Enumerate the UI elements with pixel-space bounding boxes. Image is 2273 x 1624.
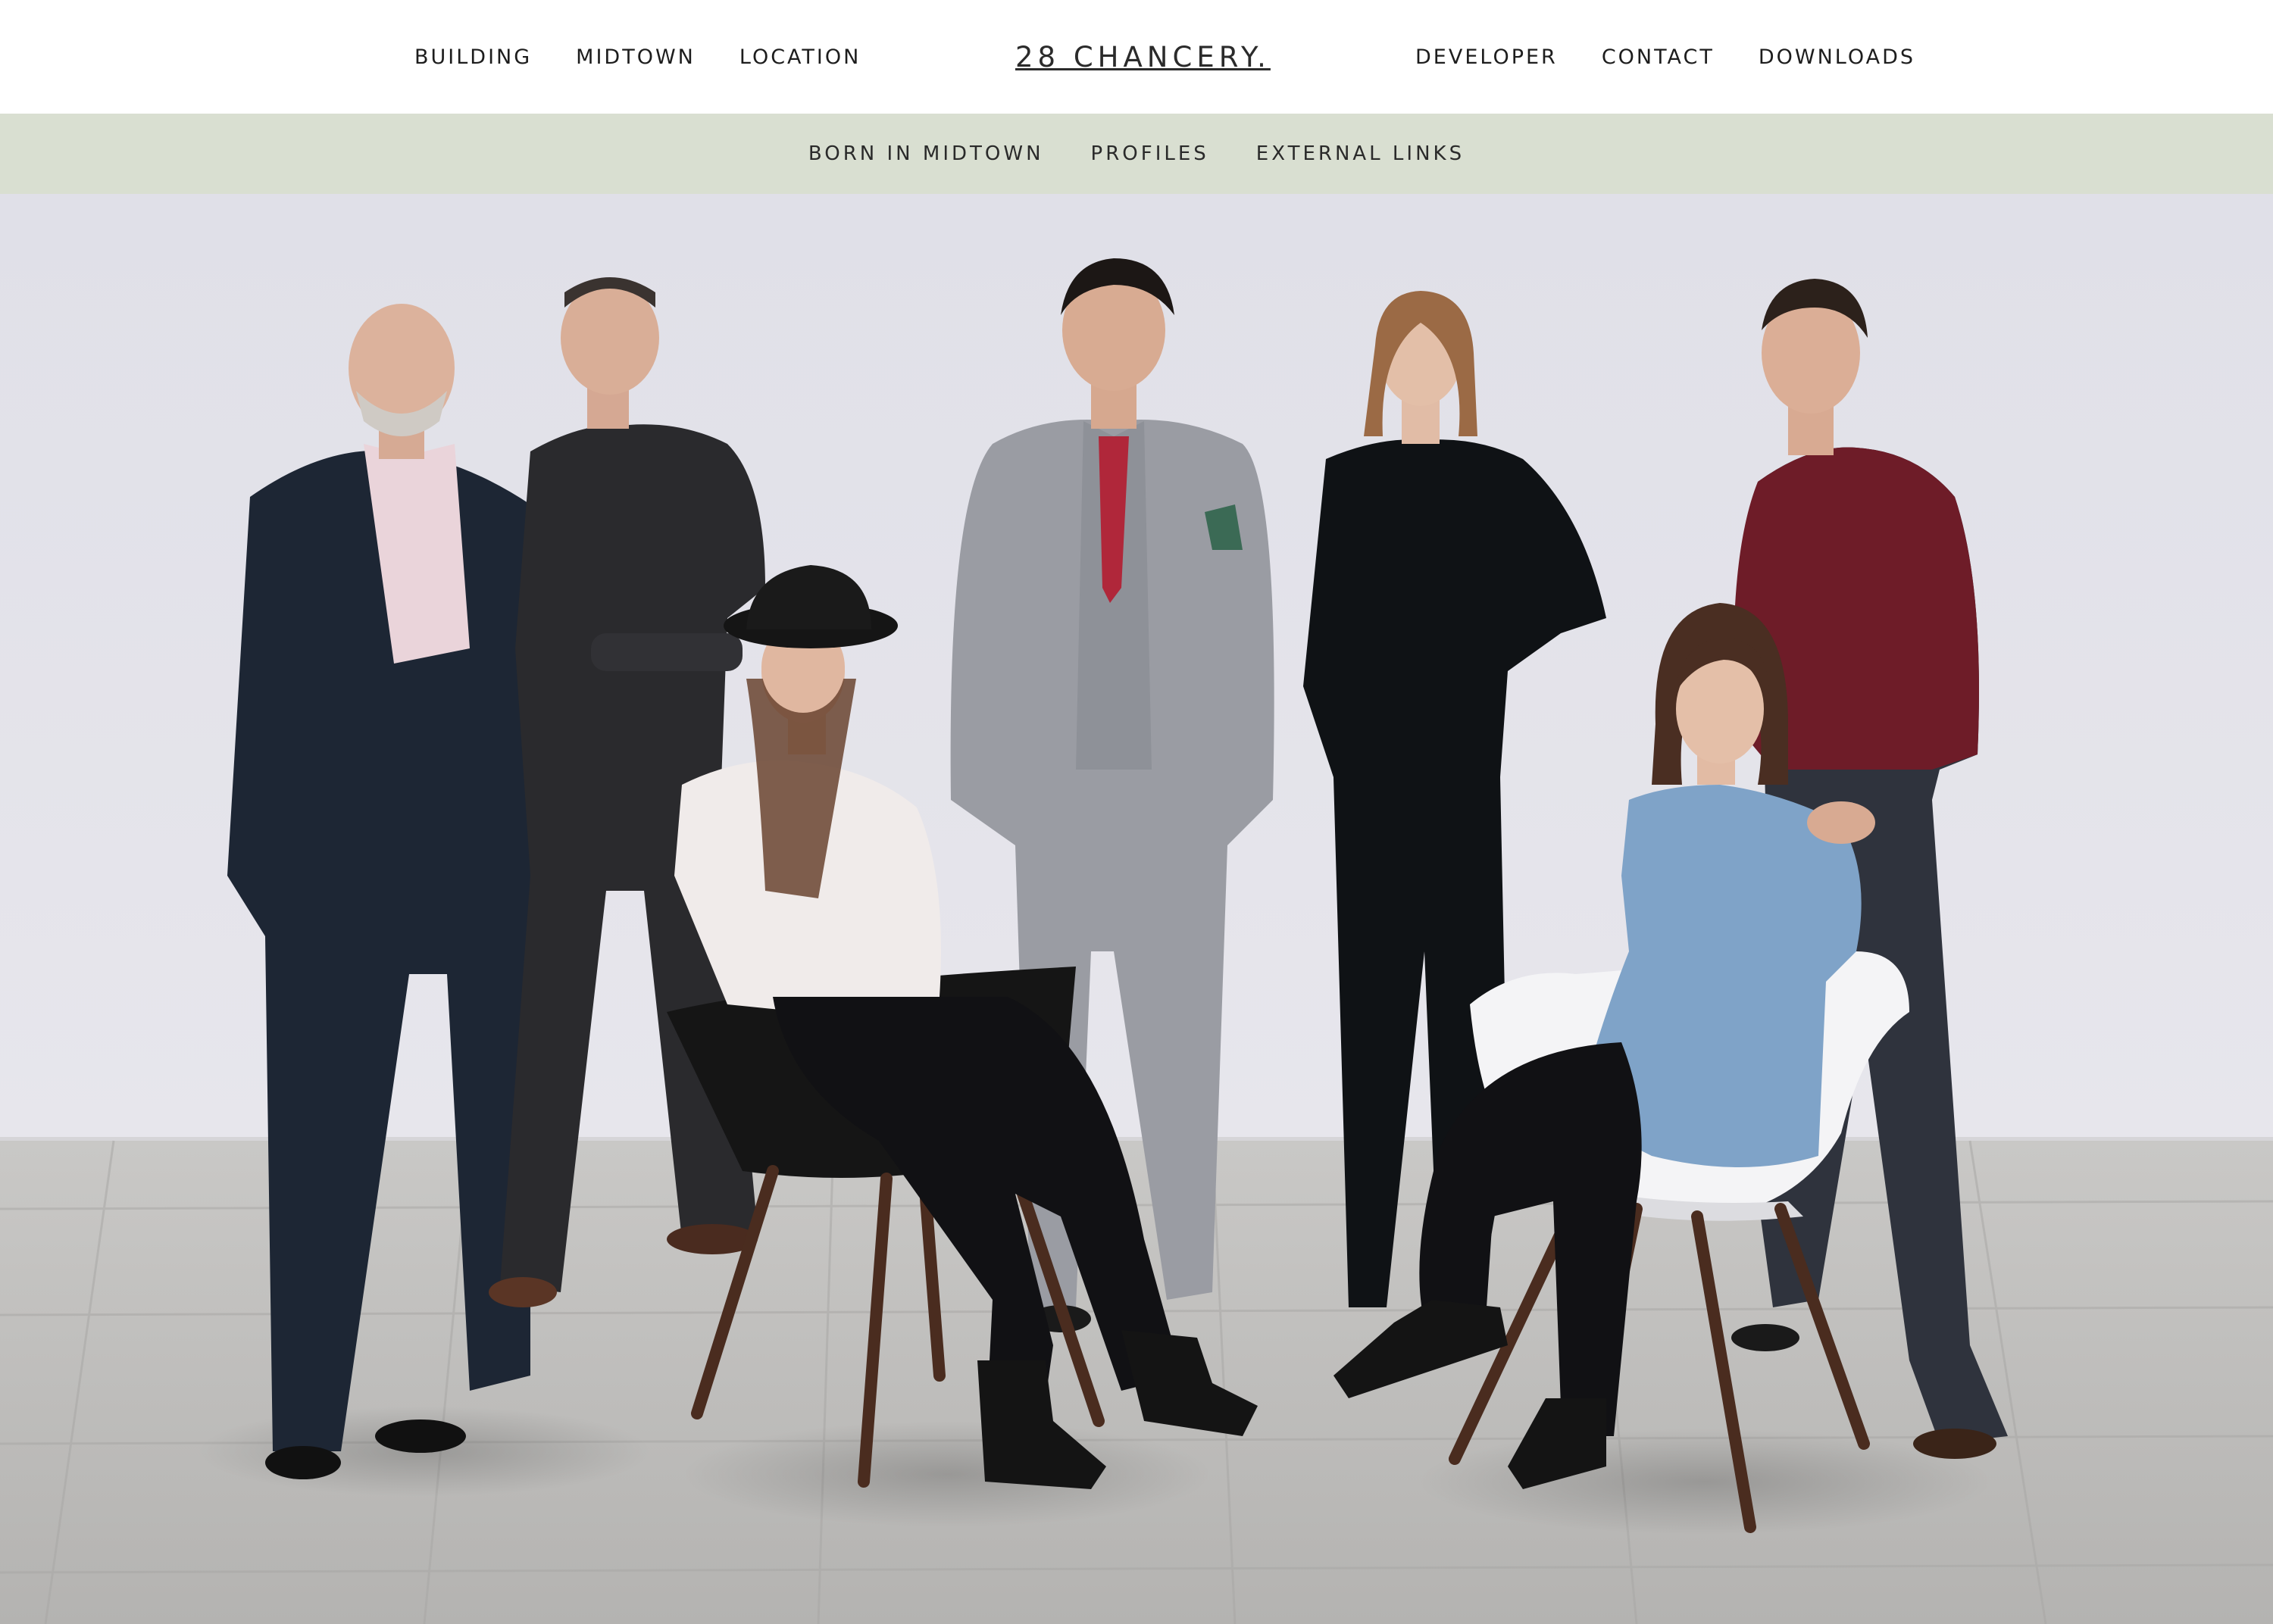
nav-building[interactable]: BUILDING bbox=[414, 45, 532, 69]
group-portrait-photo bbox=[0, 194, 2273, 1624]
nav-location[interactable]: LOCATION bbox=[739, 45, 861, 69]
hand-on-shoulder bbox=[1807, 801, 1875, 844]
primary-nav-right: DEVELOPER CONTACT DOWNLOADS bbox=[1415, 0, 1915, 114]
secondary-navigation: BORN IN MIDTOWN PROFILES EXTERNAL LINKS bbox=[0, 114, 2273, 194]
site-logo[interactable]: 28 CHANCERY. bbox=[1015, 0, 1271, 114]
hero-image bbox=[0, 194, 2273, 1624]
page: BUILDING MIDTOWN LOCATION 28 CHANCERY. D… bbox=[0, 0, 2273, 1624]
subnav-profiles[interactable]: PROFILES bbox=[1091, 142, 1209, 165]
subnav-born-in-midtown[interactable]: BORN IN MIDTOWN bbox=[808, 142, 1044, 165]
nav-contact[interactable]: CONTACT bbox=[1602, 45, 1715, 69]
primary-nav-left: BUILDING MIDTOWN LOCATION bbox=[414, 0, 861, 114]
nav-developer[interactable]: DEVELOPER bbox=[1415, 45, 1558, 69]
nav-downloads[interactable]: DOWNLOADS bbox=[1759, 45, 1915, 69]
subnav-external-links[interactable]: EXTERNAL LINKS bbox=[1256, 142, 1465, 165]
nav-midtown[interactable]: MIDTOWN bbox=[576, 45, 696, 69]
top-navigation: BUILDING MIDTOWN LOCATION 28 CHANCERY. D… bbox=[0, 0, 2273, 114]
